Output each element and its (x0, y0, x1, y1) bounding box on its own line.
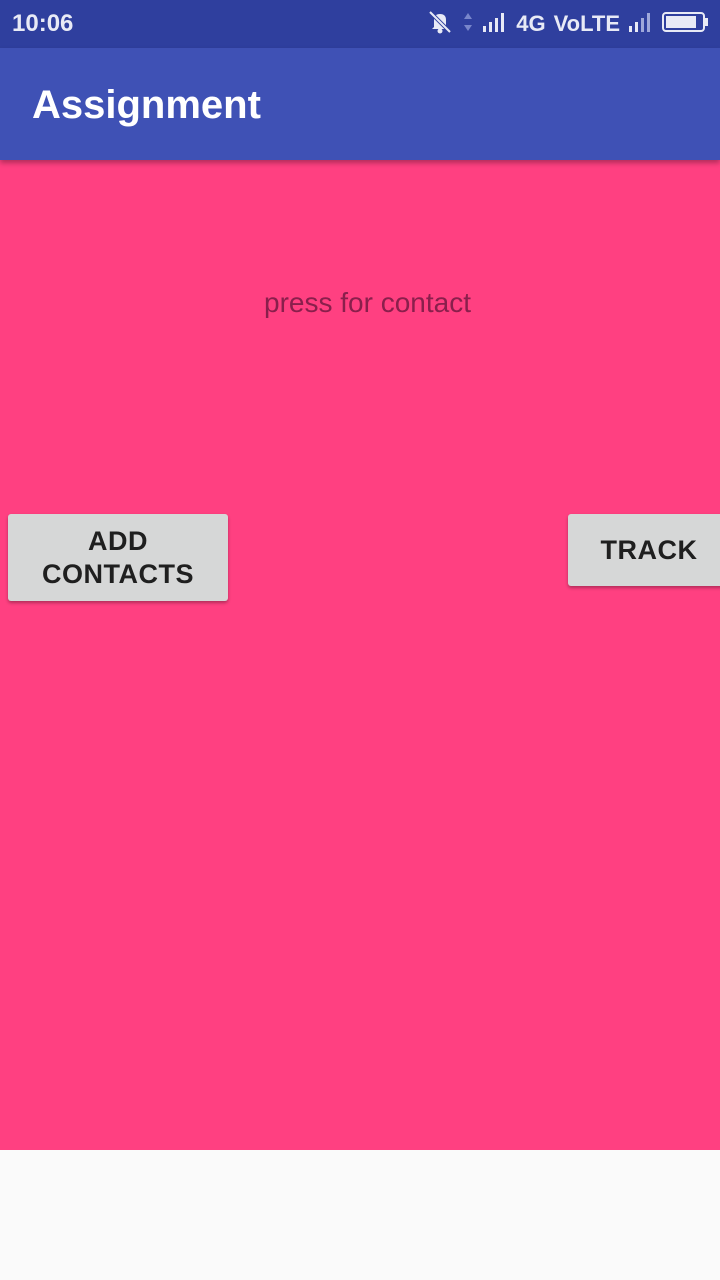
data-arrows-icon (462, 11, 474, 38)
app-title: Assignment (32, 83, 261, 127)
track-label: TRACK (600, 534, 698, 565)
app-bar: Assignment (0, 48, 720, 160)
track-button[interactable]: TRACK (568, 514, 720, 586)
add-contacts-button[interactable]: ADD CONTACTS (8, 514, 228, 601)
status-bar: 10:06 4G VoLTE (0, 0, 720, 48)
battery-icon (662, 11, 710, 38)
volte-label: VoLTE (553, 11, 620, 36)
add-contacts-label: ADD CONTACTS (42, 525, 194, 589)
status-icons: 4G VoLTE (426, 0, 710, 48)
bottom-blank-area (0, 1150, 720, 1280)
prompt-text: press for contact (264, 287, 471, 318)
main-content: press for contact ADD CONTACTS TRACK (0, 160, 720, 1150)
signal-icon (482, 11, 508, 38)
signal-icon (628, 11, 654, 38)
notifications-off-icon (426, 9, 454, 40)
status-time: 10:06 (12, 10, 74, 37)
network-type-label: 4G (516, 11, 546, 36)
